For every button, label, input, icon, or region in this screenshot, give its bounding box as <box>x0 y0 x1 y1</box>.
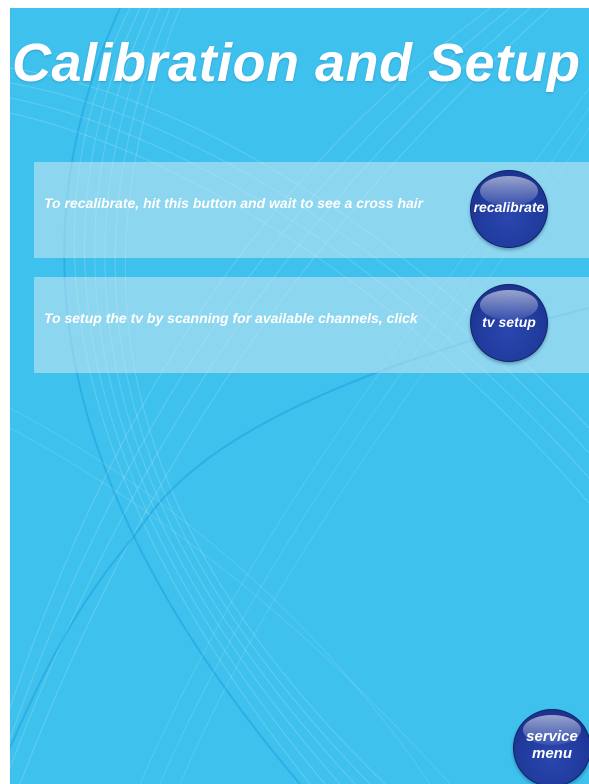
service-menu-line1: service <box>526 728 578 745</box>
service-menu-line2: menu <box>531 745 572 762</box>
tv-setup-button-label: tv setup <box>482 314 536 330</box>
background-wave-art <box>10 8 589 784</box>
service-menu-button-label: service menu <box>514 728 589 762</box>
recalibrate-panel: To recalibrate, hit this button and wait… <box>34 162 589 258</box>
tv-setup-instruction: To setup the tv by scanning for availabl… <box>44 310 418 326</box>
recalibrate-button[interactable]: recalibrate <box>470 170 548 248</box>
calibration-screen: Calibration and Setup To recalibrate, hi… <box>10 8 589 784</box>
tv-setup-panel: To setup the tv by scanning for availabl… <box>34 277 589 373</box>
tv-setup-button[interactable]: tv setup <box>470 284 548 362</box>
recalibrate-button-label: recalibrate <box>473 199 545 215</box>
recalibrate-instruction: To recalibrate, hit this button and wait… <box>44 195 424 211</box>
service-menu-button[interactable]: service menu <box>513 709 589 784</box>
page-title: Calibration and Setup <box>12 33 581 93</box>
